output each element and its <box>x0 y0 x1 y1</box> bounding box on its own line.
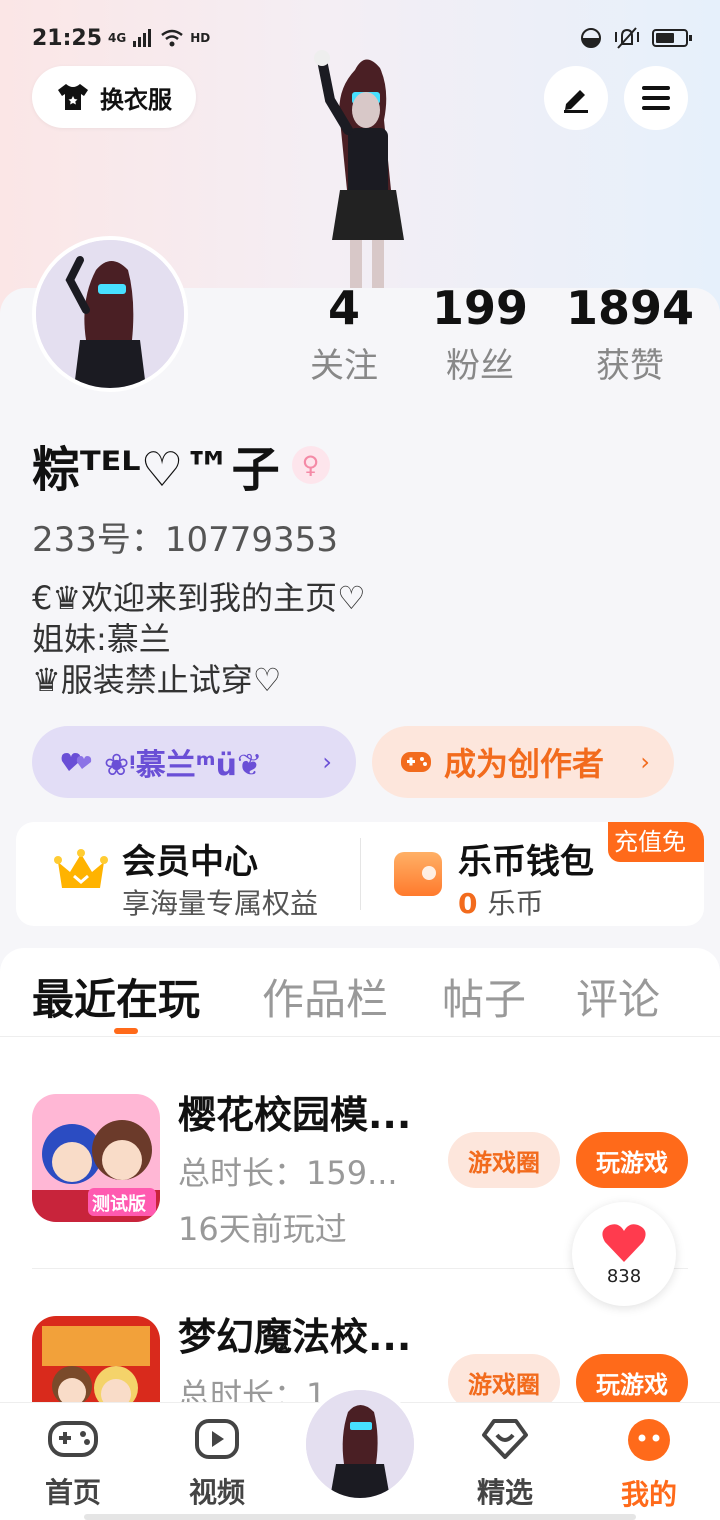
nav-featured-label: 精选 <box>476 1476 533 1509</box>
hd-indicator: HD <box>190 31 211 45</box>
gamepad-icon <box>401 752 431 772</box>
group-tag-button[interactable]: ❀ᵎ慕兰ᵐü❦ › <box>32 726 356 798</box>
like-count: 838 <box>606 1265 642 1287</box>
vip-center-title: 会员中心 <box>122 842 258 882</box>
nav-home[interactable]: 首页 <box>28 1417 118 1511</box>
hamburger-icon <box>642 86 670 110</box>
play-game-button[interactable]: 玩游戏 <box>576 1132 688 1188</box>
character-figure <box>314 50 404 290</box>
pencil-icon <box>564 90 588 113</box>
nav-me-label: 我的 <box>620 1478 677 1511</box>
battery-icon <box>652 29 692 47</box>
game-total-duration: 总时长：159... <box>178 1154 398 1192</box>
stat-following[interactable]: 4 关注 <box>274 282 414 387</box>
change-outfit-button[interactable]: 换衣服 <box>32 66 196 128</box>
bio-line: €♛欢迎来到我的主页♡ <box>32 579 366 617</box>
chevron-right-icon: › <box>322 748 332 776</box>
coin-unit: 乐币 <box>487 887 544 920</box>
do-not-disturb-icon <box>581 28 601 48</box>
wifi-icon <box>161 29 184 47</box>
profile-dots-icon <box>628 1419 670 1461</box>
nav-center-avatar[interactable] <box>302 1386 418 1502</box>
female-gender-icon: ♀ <box>291 446 330 484</box>
stat-following-value: 4 <box>327 281 360 335</box>
tabs-divider <box>0 1036 720 1037</box>
bio-line: ♛服装禁止试穿♡ <box>32 661 282 699</box>
profile-nickname: 粽ᵀᴱᴸ♡™子 ♀ <box>32 430 330 500</box>
vip-center-entry[interactable]: 会员中心 享海量专属权益 <box>16 822 360 926</box>
group-tag-label: ❀ᵎ慕兰ᵐü❦ <box>104 748 263 783</box>
member-wallet-card: 会员中心 享海量专属权益 乐币钱包 0 乐币 充值免 <box>16 822 704 926</box>
nav-featured[interactable]: 精选 <box>460 1417 550 1511</box>
gamepad-icon <box>48 1421 98 1457</box>
video-icon <box>195 1419 239 1459</box>
stat-followers-value: 199 <box>431 281 529 335</box>
become-creator-label: 成为创作者 <box>444 745 605 783</box>
become-creator-button[interactable]: 成为创作者 › <box>372 726 674 798</box>
shirt-icon <box>58 84 88 110</box>
coin-balance: 0 乐币 <box>458 882 544 922</box>
crown-icon <box>54 849 108 888</box>
home-indicator <box>84 1514 636 1520</box>
stat-likes-value: 1894 <box>565 281 695 335</box>
stat-followers-label: 粉丝 <box>446 346 514 386</box>
vip-center-subtitle: 享海量专属权益 <box>122 887 319 920</box>
edit-profile-button[interactable] <box>544 66 608 130</box>
recharge-promo-badge[interactable]: 充值免 <box>608 822 704 862</box>
stat-followers[interactable]: 199 粉丝 <box>410 282 550 387</box>
tab-posts[interactable]: 帖子 <box>442 966 526 1027</box>
game-last-played: 16天前玩过 <box>178 1210 347 1248</box>
nav-home-label: 首页 <box>44 1476 101 1509</box>
nickname-text: 粽ᵀᴱᴸ♡™子 <box>32 442 280 498</box>
network-type: 4G <box>108 31 127 45</box>
heart-icon <box>602 1223 646 1262</box>
user-id[interactable]: 233号：10779353 <box>32 512 338 561</box>
stat-likes[interactable]: 1894 获赞 <box>560 282 700 387</box>
character-3d-model[interactable] <box>300 50 430 290</box>
heart-diamond-icon <box>482 1419 528 1459</box>
double-heart-icon <box>61 753 92 771</box>
signal-icon <box>133 29 152 47</box>
nav-video-label: 视频 <box>188 1476 245 1509</box>
profile-stats: 4 关注 199 粉丝 1894 获赞 <box>0 282 720 392</box>
nav-video[interactable]: 视频 <box>172 1417 262 1511</box>
wallet-icon <box>394 852 442 896</box>
tab-comments[interactable]: 评论 <box>576 966 660 1027</box>
tab-works[interactable]: 作品栏 <box>262 966 388 1027</box>
active-tab-indicator <box>114 1028 138 1034</box>
floating-like-button[interactable]: 838 <box>572 1202 676 1306</box>
profile-bio: €♛欢迎来到我的主页♡ 姐妹:慕兰 ♛服装禁止试穿♡ <box>32 578 366 701</box>
coin-wallet-title: 乐币钱包 <box>458 842 594 882</box>
game-circle-button[interactable]: 游戏圈 <box>448 1132 560 1188</box>
vibrate-bell-icon <box>615 27 639 49</box>
stat-likes-label: 获赞 <box>596 346 664 386</box>
tab-recently-played[interactable]: 最近在玩 <box>32 966 200 1027</box>
menu-button[interactable] <box>624 66 688 130</box>
change-outfit-label: 换衣服 <box>100 85 172 114</box>
nav-me[interactable]: 我的 <box>604 1417 694 1513</box>
bio-line: 姐妹:慕兰 <box>32 620 171 658</box>
coin-amount: 0 <box>458 887 478 920</box>
game-icon-sakura: 测试版 <box>32 1094 160 1222</box>
game-title: 梦幻魔法校... <box>178 1315 412 1359</box>
stat-following-label: 关注 <box>310 346 378 386</box>
test-version-badge: 测试版 <box>92 1194 146 1215</box>
game-title: 樱花校园模... <box>178 1093 412 1137</box>
center-avatar-image <box>306 1390 414 1498</box>
chevron-right-icon: › <box>640 748 650 776</box>
status-time: 21:25 <box>32 25 103 51</box>
